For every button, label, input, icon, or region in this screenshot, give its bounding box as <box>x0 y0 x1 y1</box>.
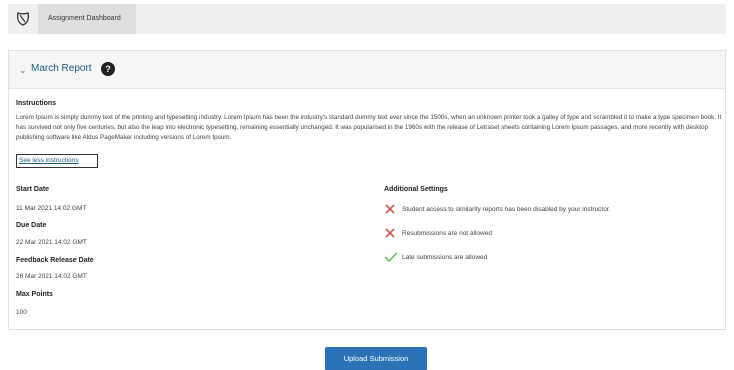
setting-text: Student access to similarity reports has… <box>402 206 611 213</box>
upload-submission-button[interactable]: Upload Submission <box>325 347 427 370</box>
top-bar-inner: Assignment Dashboard <box>8 4 726 34</box>
x-icon <box>384 203 396 215</box>
app-logo-icon[interactable] <box>14 10 32 28</box>
see-less-instructions-link[interactable]: See less instructions <box>16 154 98 168</box>
setting-text: Resubmissions are not allowed <box>402 230 492 237</box>
feedback-release-label: Feedback Release Date <box>16 257 94 264</box>
top-bar: Assignment Dashboard <box>0 0 734 40</box>
x-icon <box>384 227 396 239</box>
report-panel: ⌄ March Report ? <box>8 50 726 330</box>
help-icon[interactable]: ? <box>101 62 115 76</box>
instructions-text: Lorem Ipsum is simply dummy text of the … <box>16 114 722 141</box>
feedback-release-value: 26 Mar 2021 14:02 GMT <box>16 273 87 280</box>
check-icon <box>384 251 398 263</box>
tab-assignment-dashboard[interactable]: Assignment Dashboard <box>38 4 136 34</box>
report-title[interactable]: March Report <box>31 63 92 74</box>
start-date-label: Start Date <box>16 186 50 193</box>
report-panel-header[interactable]: ⌄ March Report ? <box>9 51 725 89</box>
due-date-label: Due Date <box>16 222 47 229</box>
additional-settings-label: Additional Settings <box>384 186 448 193</box>
due-date-value: 22 Mar 2021 14:02 GMT <box>16 239 87 246</box>
max-points-label: Max Points <box>16 291 53 298</box>
chevron-down-icon[interactable]: ⌄ <box>19 65 27 76</box>
max-points-value: 100 <box>16 309 27 316</box>
start-date-value: 11 Mar 2021 14:02 GMT <box>16 205 87 212</box>
setting-text: Late submissions are allowed <box>402 254 488 261</box>
instructions-heading: Instructions <box>16 100 57 107</box>
